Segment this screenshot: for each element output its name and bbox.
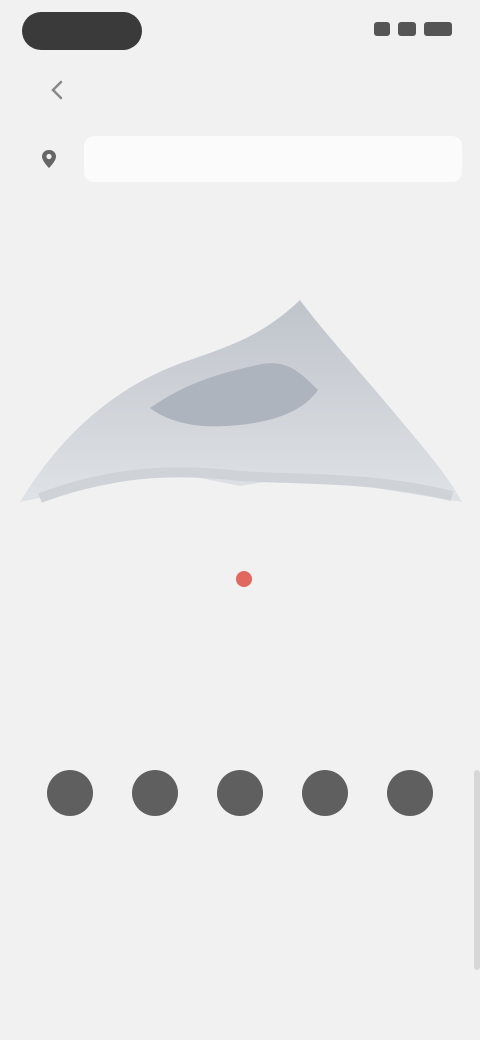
action-item-3[interactable] [204,770,276,842]
chevron-left-icon [51,80,63,100]
status-bar [0,0,480,64]
back-button[interactable] [36,72,80,108]
action-item-5[interactable] [374,770,446,842]
circle-icon [47,770,93,816]
signal-icon [374,22,390,36]
scrollbar[interactable] [474,770,480,970]
nav-bar [0,64,480,116]
mountain-landscape-image [20,300,462,503]
circle-icon [302,770,348,816]
location-pin-icon [42,150,56,168]
rating-dot-icon [236,571,252,587]
action-item-4[interactable] [289,770,361,842]
action-item-2[interactable] [119,770,191,842]
circle-icon [217,770,263,816]
circle-icon [132,770,178,816]
rating-row [0,566,480,592]
action-item-1[interactable] [34,770,106,842]
circle-icon [387,770,433,816]
hero-image [0,240,480,560]
status-icons [374,22,452,36]
status-time-pill [22,12,142,50]
search-bar [26,136,462,182]
battery-icon [424,22,452,36]
wifi-icon [398,22,416,36]
location-chip[interactable] [26,136,78,182]
action-icon-row [34,770,446,842]
search-input[interactable] [84,136,462,182]
